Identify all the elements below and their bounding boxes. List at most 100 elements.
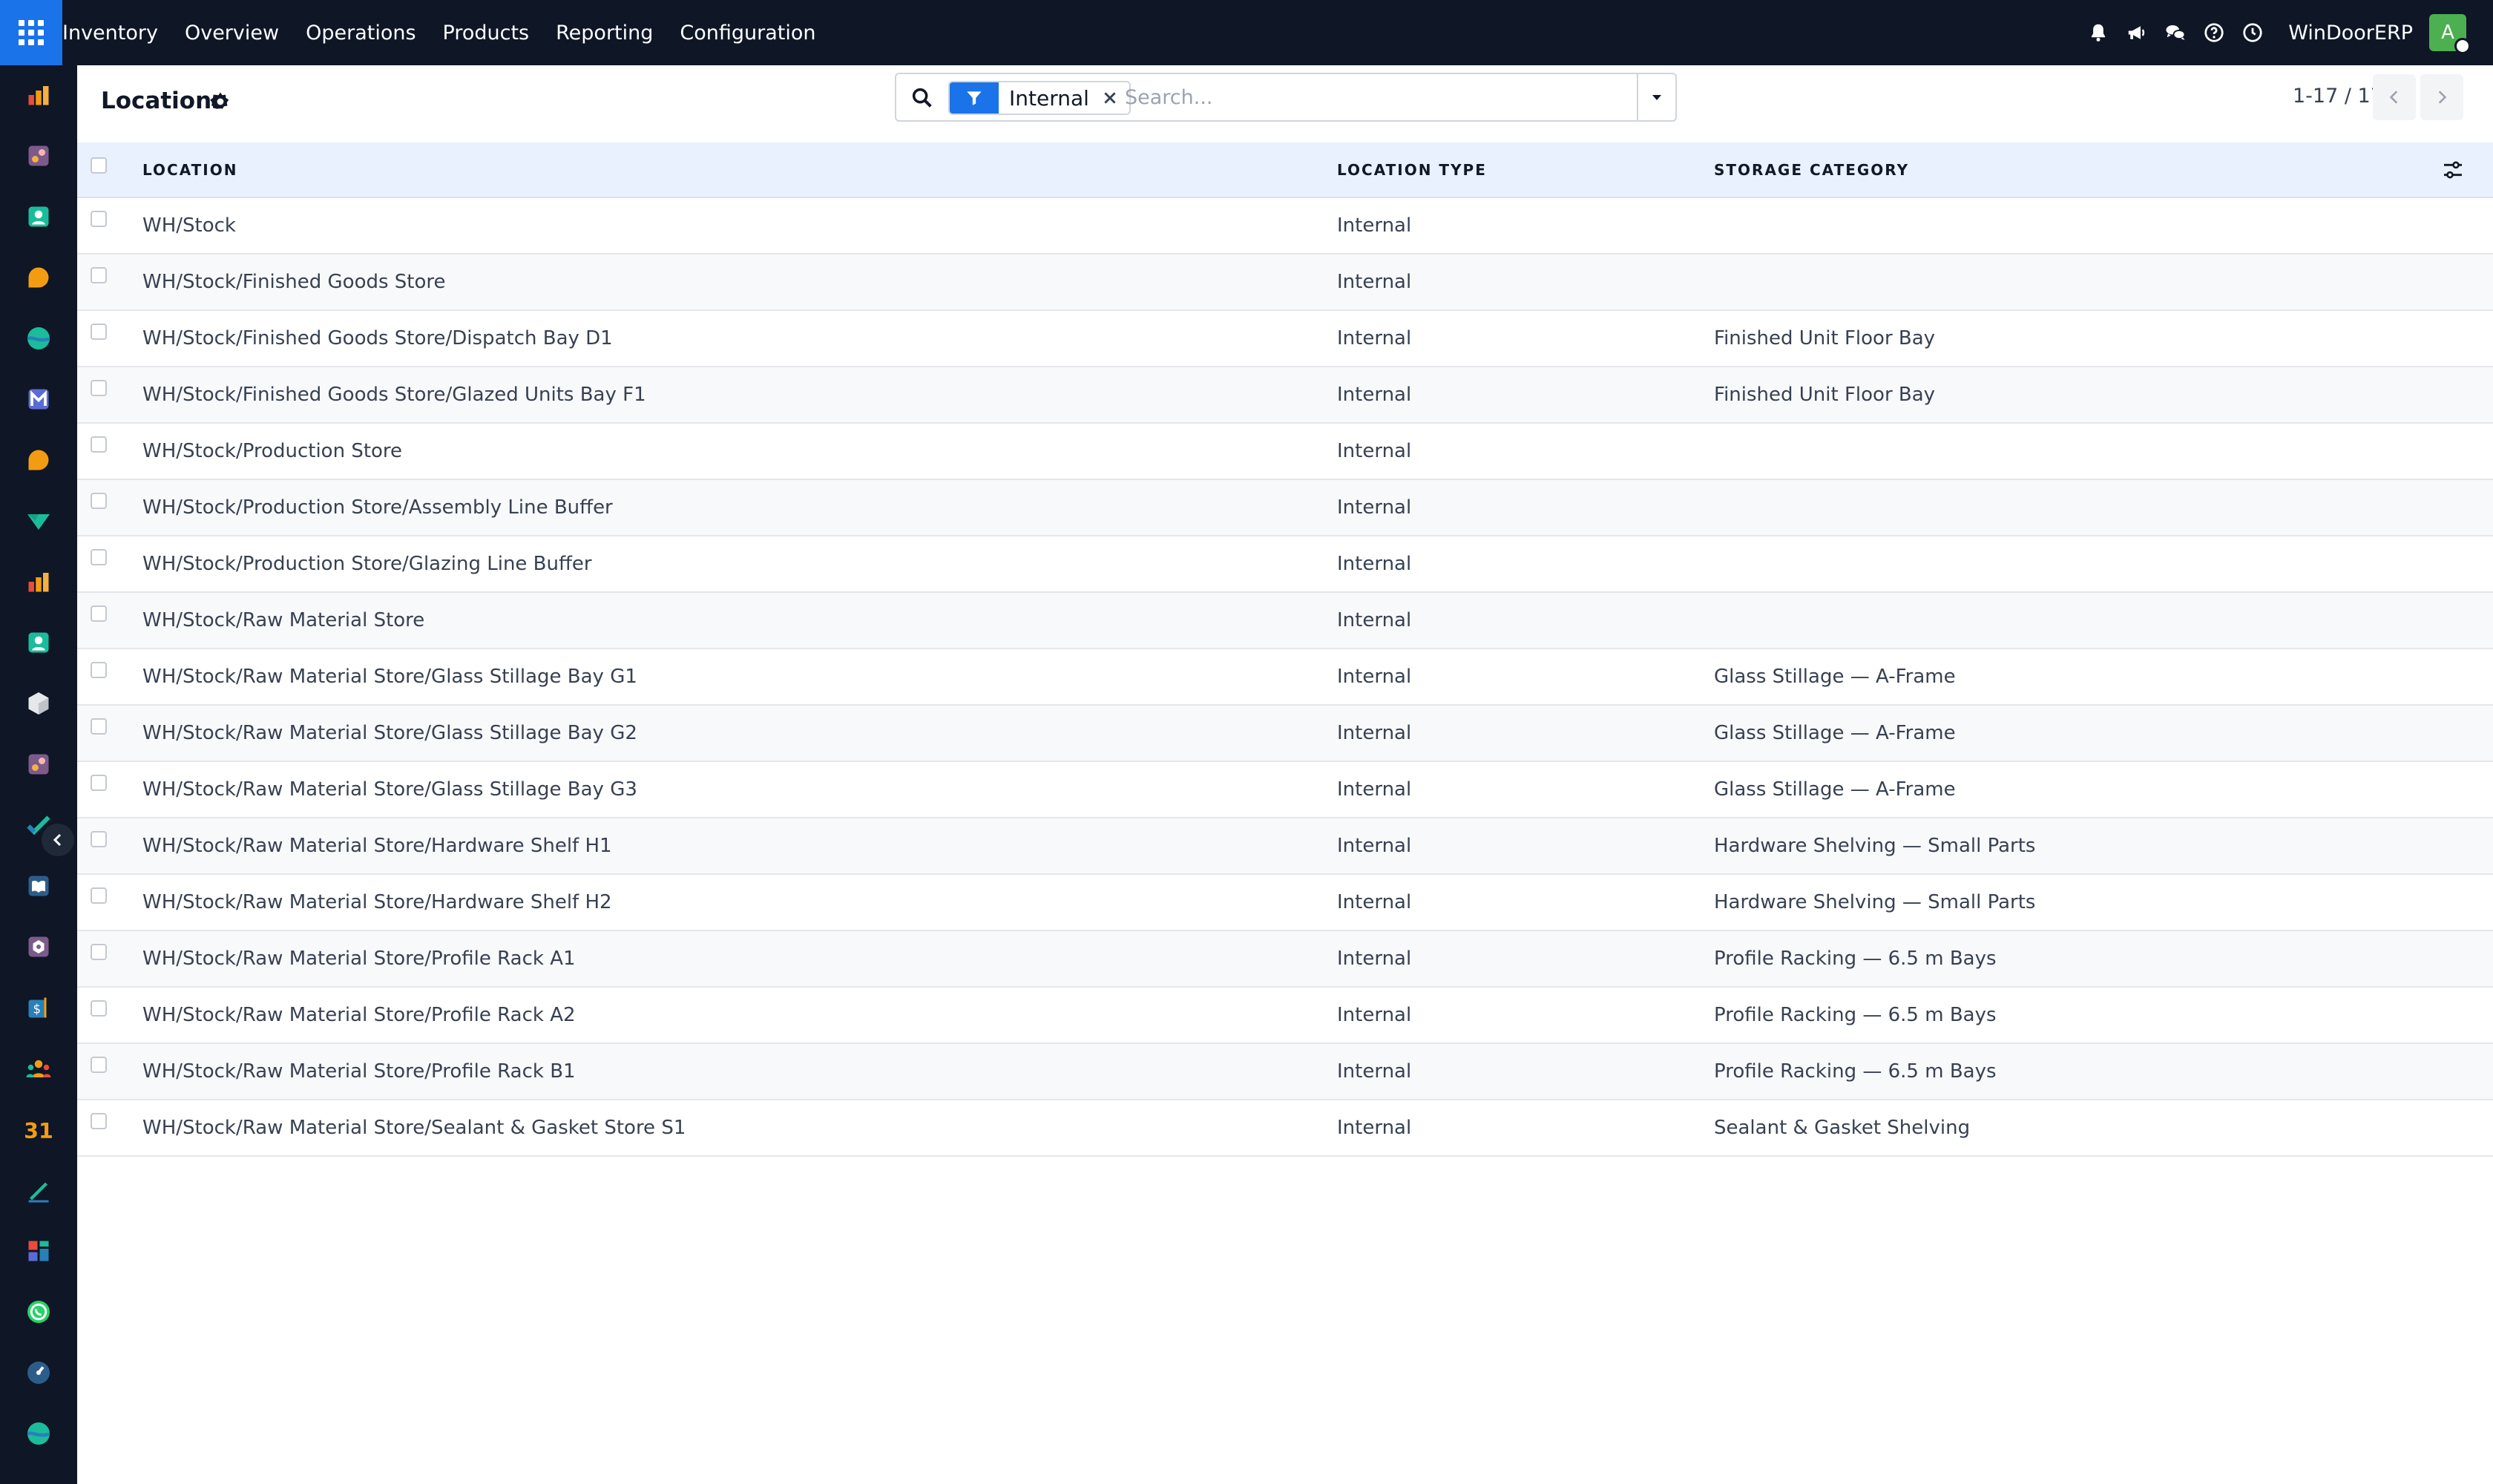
website-icon[interactable] (25, 325, 52, 352)
cell-storage-category[interactable]: Finished Unit Floor Bay (1714, 310, 2426, 367)
cell-storage-category[interactable]: Glass Stillage — A-Frame (1714, 649, 2426, 706)
table-row[interactable]: WH/Stock/Raw Material Store/Profile Rack… (77, 1043, 2493, 1100)
column-header-storage-category[interactable]: Storage Category (1714, 142, 2426, 198)
manufacturing-icon[interactable] (25, 933, 52, 960)
discuss-icon-2[interactable] (25, 447, 52, 473)
cell-storage-category[interactable]: Hardware Shelving — Small Parts (1714, 818, 2426, 875)
row-checkbox[interactable] (91, 493, 107, 509)
contacts-icon[interactable] (25, 203, 52, 230)
row-checkbox[interactable] (91, 324, 107, 340)
row-checkbox[interactable] (91, 662, 107, 678)
table-row[interactable]: WH/Stock/Raw Material Store/Profile Rack… (77, 930, 2493, 988)
invoicing-icon[interactable]: $ (25, 994, 52, 1021)
row-checkbox[interactable] (91, 1057, 107, 1073)
crm-icon[interactable] (25, 508, 52, 534)
cell-storage-category[interactable]: Profile Racking — 6.5 m Bays (1714, 930, 2426, 988)
cell-location-type[interactable]: Internal (1337, 987, 1714, 1044)
cell-location-type[interactable]: Internal (1337, 479, 1714, 536)
cell-location[interactable]: WH/Stock/Raw Material Store/Profile Rack… (142, 1043, 1337, 1100)
table-row[interactable]: WH/Stock/Raw Material Store/Hardware She… (77, 818, 2493, 875)
menu-overview[interactable]: Overview (171, 22, 292, 45)
column-header-location[interactable]: Location (142, 142, 1337, 198)
cell-storage-category[interactable] (1714, 423, 2426, 480)
cell-location-type[interactable]: Internal (1337, 818, 1714, 875)
close-icon[interactable] (1098, 86, 1122, 110)
table-row[interactable]: WH/Stock/Raw Material Store/Glass Stilla… (77, 761, 2493, 818)
help-icon[interactable] (2196, 15, 2232, 50)
menu-inventory[interactable]: Inventory (62, 22, 171, 45)
chat-icon[interactable] (2158, 15, 2193, 50)
row-checkbox[interactable] (91, 605, 107, 622)
row-checkbox[interactable] (91, 211, 107, 227)
dashboards-icon[interactable] (25, 1238, 52, 1264)
cell-location-type[interactable]: Internal (1337, 310, 1714, 367)
inventory-icon[interactable] (25, 690, 52, 717)
timesheet-icon[interactable] (25, 1359, 52, 1386)
sales-app-icon-2[interactable] (25, 568, 52, 595)
pager-value[interactable]: 1-17 / 17 (2293, 85, 2383, 108)
menu-reporting[interactable]: Reporting (542, 22, 666, 45)
table-row[interactable]: WH/Stock/Raw Material Store/Hardware She… (77, 874, 2493, 931)
table-row[interactable]: WH/Stock/Production Store/Assembly Line … (77, 479, 2493, 536)
cell-location-type[interactable]: Internal (1337, 930, 1714, 988)
cell-location[interactable]: WH/Stock/Raw Material Store (142, 592, 1337, 649)
cell-location[interactable]: WH/Stock (142, 197, 1337, 255)
cell-storage-category[interactable]: Glass Stillage — A-Frame (1714, 761, 2426, 818)
table-row[interactable]: WH/Stock/Finished Goods Store Internal (77, 254, 2493, 311)
point-of-sale-icon-2[interactable] (25, 751, 52, 778)
row-checkbox[interactable] (91, 267, 107, 283)
cell-storage-category[interactable] (1714, 592, 2426, 649)
whatsapp-icon[interactable] (25, 1298, 52, 1325)
menu-products[interactable]: Products (430, 22, 543, 45)
cell-location[interactable]: WH/Stock/Finished Goods Store (142, 254, 1337, 311)
sales-app-icon[interactable] (25, 82, 52, 108)
row-checkbox[interactable] (91, 1000, 107, 1017)
table-row[interactable]: WH/Stock/Production Store/Glazing Line B… (77, 536, 2493, 593)
user-avatar[interactable]: A (2429, 14, 2471, 54)
cell-location-type[interactable]: Internal (1337, 1100, 1714, 1157)
row-checkbox[interactable] (91, 887, 107, 904)
point-of-sale-icon[interactable] (25, 142, 52, 169)
row-checkbox[interactable] (91, 775, 107, 791)
cell-storage-category[interactable]: Glass Stillage — A-Frame (1714, 705, 2426, 762)
cell-storage-category[interactable]: Sealant & Gasket Shelving (1714, 1100, 2426, 1157)
cell-location-type[interactable]: Internal (1337, 649, 1714, 706)
megaphone-icon[interactable] (2119, 15, 2155, 50)
cell-storage-category[interactable] (1714, 254, 2426, 311)
cell-location[interactable]: WH/Stock/Raw Material Store/Profile Rack… (142, 987, 1337, 1044)
menu-configuration[interactable]: Configuration (666, 22, 829, 45)
select-all-checkbox[interactable] (91, 157, 107, 174)
table-row[interactable]: WH/Stock/Raw Material Store/Sealant & Ga… (77, 1100, 2493, 1157)
pager-next-button[interactable] (2420, 74, 2463, 120)
cell-location[interactable]: WH/Stock/Raw Material Store/Hardware She… (142, 818, 1337, 875)
cell-location[interactable]: WH/Stock/Raw Material Store/Glass Stilla… (142, 649, 1337, 706)
row-checkbox[interactable] (91, 380, 107, 396)
company-name[interactable]: WinDoorERP (2288, 22, 2413, 45)
table-row[interactable]: WH/Stock/Finished Goods Store/Dispatch B… (77, 310, 2493, 367)
table-row[interactable]: WH/Stock/Finished Goods Store/Glazed Uni… (77, 367, 2493, 424)
table-row[interactable]: WH/Stock/Raw Material Store/Profile Rack… (77, 987, 2493, 1044)
website-icon-2[interactable] (25, 1420, 52, 1447)
cell-location-type[interactable]: Internal (1337, 197, 1714, 255)
menu-operations[interactable]: Operations (292, 22, 429, 45)
clock-icon[interactable] (2235, 15, 2270, 50)
table-row[interactable]: WH/Stock/Raw Material Store/Glass Stilla… (77, 705, 2493, 762)
cell-storage-category[interactable]: Profile Racking — 6.5 m Bays (1714, 987, 2426, 1044)
cell-storage-category[interactable] (1714, 197, 2426, 255)
cell-storage-category[interactable]: Hardware Shelving — Small Parts (1714, 874, 2426, 931)
discuss-icon[interactable] (25, 264, 52, 291)
email-marketing-icon[interactable] (25, 386, 52, 413)
cell-storage-category[interactable] (1714, 479, 2426, 536)
table-row[interactable]: WH/Stock/Raw Material Store Internal (77, 592, 2493, 649)
cell-location-type[interactable]: Internal (1337, 592, 1714, 649)
cell-location-type[interactable]: Internal (1337, 761, 1714, 818)
row-checkbox[interactable] (91, 1113, 107, 1129)
row-checkbox[interactable] (91, 831, 107, 847)
cell-location[interactable]: WH/Stock/Finished Goods Store/Glazed Uni… (142, 367, 1337, 424)
cell-location-type[interactable]: Internal (1337, 367, 1714, 424)
cell-location[interactable]: WH/Stock/Raw Material Store/Profile Rack… (142, 930, 1337, 988)
cell-location[interactable]: WH/Stock/Production Store/Glazing Line B… (142, 536, 1337, 593)
column-header-location-type[interactable]: Location Type (1337, 142, 1714, 198)
pager-previous-button[interactable] (2373, 74, 2416, 120)
table-row[interactable]: WH/Stock/Raw Material Store/Glass Stilla… (77, 649, 2493, 706)
